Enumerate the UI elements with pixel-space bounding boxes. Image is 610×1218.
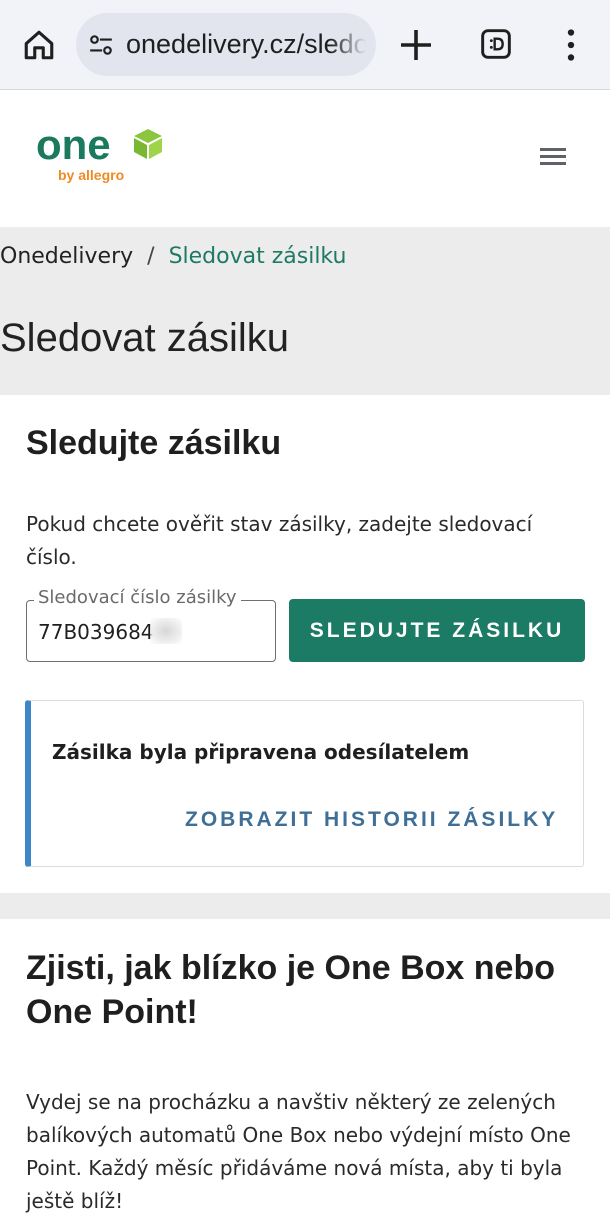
site-header: one by allegro [0, 91, 610, 227]
onebox-section-title: Zjisti, jak blízko je One Box nebo One P… [26, 949, 555, 1031]
tab-switcher-icon[interactable] [480, 27, 512, 61]
tracking-description: Pokud chcete ověřit stav zásilky, zadejt… [26, 512, 533, 569]
more-menu-icon[interactable] [560, 28, 582, 62]
logo-sub: by allegro [58, 167, 124, 183]
show-history-link[interactable]: ZOBRAZIT HISTORII ZÁSILKY [185, 808, 558, 832]
logo-word: one [36, 125, 111, 168]
track-shipment-button[interactable]: SLEDUJTE ZÁSILKU [289, 599, 585, 662]
home-icon[interactable] [22, 28, 56, 62]
onebox-section-text: Vydej se na procházku a navštiv některý … [26, 1090, 571, 1213]
status-box [25, 700, 584, 867]
address-bar[interactable]: onedelivery.cz/sledovat-zasilku [76, 13, 376, 76]
hamburger-menu-icon[interactable] [540, 148, 566, 169]
onedelivery-logo[interactable]: one by allegro [36, 125, 176, 187]
tracking-number-label: Sledovací číslo zásilky [34, 587, 241, 608]
status-text: Zásilka byla připravena odesílatelem [52, 740, 470, 764]
breadcrumb-current[interactable]: Sledovat zásilku [169, 244, 347, 269]
new-tab-plus-icon[interactable] [398, 27, 434, 63]
tracking-title: Sledujte zásilku [26, 424, 282, 462]
site-settings-icon[interactable] [88, 32, 114, 58]
page-title: Sledovat zásilku [0, 316, 290, 360]
breadcrumb: Onedelivery / Sledovat zásilku [0, 244, 346, 269]
browser-toolbar: onedelivery.cz/sledovat-zasilku [0, 0, 610, 90]
section-divider [0, 893, 610, 919]
cube-logo-icon [134, 129, 162, 159]
url-text[interactable]: onedelivery.cz/sledovat-zasilku [126, 29, 366, 60]
breadcrumb-home-link[interactable]: Onedelivery [0, 244, 133, 269]
tracking-number-value[interactable]: 77B039684 [38, 620, 154, 644]
breadcrumb-separator: / [147, 244, 155, 269]
redacted-digits [150, 618, 182, 644]
